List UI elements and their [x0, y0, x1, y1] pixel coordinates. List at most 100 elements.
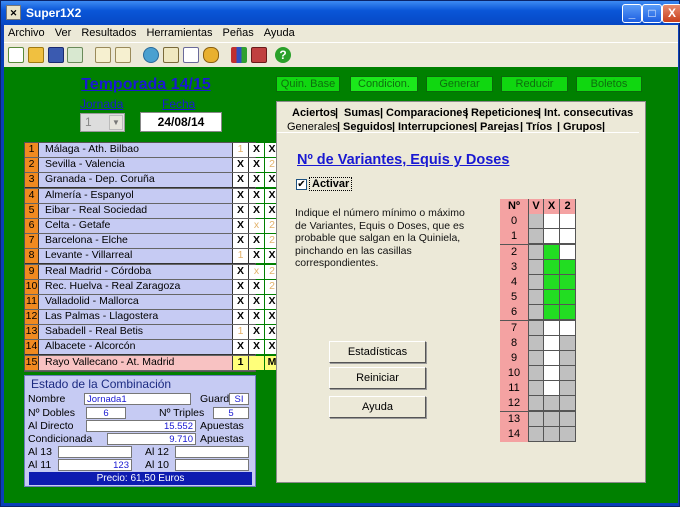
- grid-cell[interactable]: [529, 229, 543, 244]
- prediction-cell[interactable]: 1: [233, 325, 248, 340]
- paste-icon[interactable]: [115, 47, 131, 63]
- grid-cell[interactable]: [544, 305, 559, 320]
- prediction-cell[interactable]: X: [233, 158, 248, 173]
- menu-archivo[interactable]: Archivo: [4, 25, 48, 39]
- prediction-cell[interactable]: X: [249, 340, 264, 355]
- grid-cell[interactable]: [560, 290, 575, 305]
- grid-cell[interactable]: [529, 305, 543, 320]
- prediction-cell[interactable]: X: [249, 294, 264, 309]
- boletos-button[interactable]: Boletos: [576, 76, 642, 92]
- prediction-cell[interactable]: 1: [233, 249, 248, 264]
- grid-cell[interactable]: [529, 290, 543, 305]
- grid-cell[interactable]: [529, 426, 543, 441]
- grid-cell[interactable]: [544, 426, 559, 441]
- prediction-cell[interactable]: X: [233, 340, 248, 355]
- grid-cell[interactable]: [544, 411, 559, 426]
- tab-repeticiones[interactable]: Repeticiones: [471, 107, 539, 119]
- new-icon[interactable]: [8, 47, 24, 63]
- tab-int-consecutivas[interactable]: Int. consecutivas: [544, 107, 633, 119]
- jornada-select[interactable]: 1 ▼: [80, 113, 125, 132]
- grid-cell[interactable]: [560, 350, 575, 365]
- prediction-cell[interactable]: x: [249, 264, 264, 279]
- grid-cell[interactable]: [544, 320, 559, 335]
- prediction-cell[interactable]: X: [249, 158, 264, 173]
- activar-checkbox[interactable]: ✔: [296, 179, 307, 190]
- grid-cell[interactable]: [560, 426, 575, 441]
- grid-cell[interactable]: [560, 229, 575, 244]
- grid-cell[interactable]: [560, 381, 575, 396]
- grid-cell[interactable]: [560, 366, 575, 381]
- prediction-cell[interactable]: X: [249, 234, 264, 249]
- help-icon[interactable]: ?: [275, 47, 291, 63]
- edit-icon[interactable]: [163, 47, 179, 63]
- coins-icon[interactable]: [203, 47, 219, 63]
- grid-cell[interactable]: [560, 244, 575, 259]
- grid-cell[interactable]: [529, 366, 543, 381]
- menu-herramientas[interactable]: Herramientas: [142, 25, 215, 39]
- grid-cell[interactable]: [544, 366, 559, 381]
- prediction-cell[interactable]: 1: [233, 143, 248, 157]
- grid-cell[interactable]: [529, 396, 543, 411]
- menu-ayuda[interactable]: Ayuda: [260, 25, 298, 39]
- prediction-cell[interactable]: x: [249, 218, 264, 233]
- prediction-cell[interactable]: X: [233, 173, 248, 188]
- prediction-cell[interactable]: X: [249, 203, 264, 218]
- prediction-cell[interactable]: X: [249, 279, 264, 294]
- nombre-field[interactable]: Jornada1: [84, 393, 191, 405]
- grid-cell[interactable]: [544, 244, 559, 259]
- grid-cell[interactable]: [529, 350, 543, 365]
- grid-cell[interactable]: [529, 259, 543, 274]
- prediction-cell[interactable]: X: [249, 325, 264, 340]
- tab-sumas[interactable]: Sumas: [344, 107, 380, 119]
- grid-cell[interactable]: [544, 214, 559, 229]
- export-icon[interactable]: [67, 47, 83, 63]
- maximize-button[interactable]: □: [642, 4, 662, 23]
- prediction-cell[interactable]: X: [249, 249, 264, 264]
- prediction-cell[interactable]: X: [249, 188, 264, 203]
- grid-cell[interactable]: [560, 259, 575, 274]
- book-icon[interactable]: [251, 47, 267, 63]
- reducir-button[interactable]: Reducir: [501, 76, 568, 92]
- prediction-cell[interactable]: X: [233, 264, 248, 279]
- generar-button[interactable]: Generar: [426, 76, 493, 92]
- prediction-cell[interactable]: X: [233, 203, 248, 218]
- condicion-button[interactable]: Condicion.: [350, 76, 418, 92]
- prediction-cell[interactable]: X: [233, 234, 248, 249]
- grid-cell[interactable]: [560, 305, 575, 320]
- grid-cell[interactable]: [529, 320, 543, 335]
- grid-cell[interactable]: [560, 274, 575, 289]
- estadisticas-button[interactable]: Estadísticas: [329, 341, 426, 363]
- menu-penas[interactable]: Peñas: [219, 25, 257, 39]
- grid-cell[interactable]: [544, 229, 559, 244]
- activar-label[interactable]: Activar: [309, 177, 353, 191]
- prediction-cell[interactable]: X: [233, 188, 248, 203]
- fecha-field[interactable]: 24/08/14: [140, 112, 222, 132]
- prediction-cell[interactable]: X: [233, 279, 248, 294]
- prediction-cell[interactable]: X: [233, 294, 248, 309]
- chevron-down-icon[interactable]: ▼: [109, 115, 123, 130]
- grid-cell[interactable]: [529, 411, 543, 426]
- grid-cell[interactable]: [544, 350, 559, 365]
- grid-cell[interactable]: [560, 214, 575, 229]
- quin-base-button[interactable]: Quin. Base: [276, 76, 340, 92]
- prediction-cell[interactable]: X: [249, 143, 264, 157]
- grid-cell[interactable]: [560, 396, 575, 411]
- menu-resultados[interactable]: Resultados: [77, 25, 139, 39]
- tab-comparaciones[interactable]: Comparaciones: [386, 107, 469, 119]
- grid-cell[interactable]: [544, 274, 559, 289]
- tab-aciertos[interactable]: Aciertos: [292, 107, 336, 119]
- menu-ver[interactable]: Ver: [51, 25, 75, 39]
- document-icon[interactable]: [183, 47, 199, 63]
- open-icon[interactable]: [28, 47, 44, 63]
- grid-cell[interactable]: [544, 290, 559, 305]
- grid-cell[interactable]: [529, 274, 543, 289]
- ayuda-button[interactable]: Ayuda: [329, 396, 426, 418]
- grid-cell[interactable]: [544, 381, 559, 396]
- prediction-cell[interactable]: X: [249, 310, 264, 325]
- grid-cell[interactable]: [544, 396, 559, 411]
- grid-cell[interactable]: [529, 244, 543, 259]
- grid-cell[interactable]: [544, 335, 559, 350]
- chart-icon[interactable]: [231, 47, 247, 63]
- grid-cell[interactable]: [560, 335, 575, 350]
- grid-cell[interactable]: [560, 411, 575, 426]
